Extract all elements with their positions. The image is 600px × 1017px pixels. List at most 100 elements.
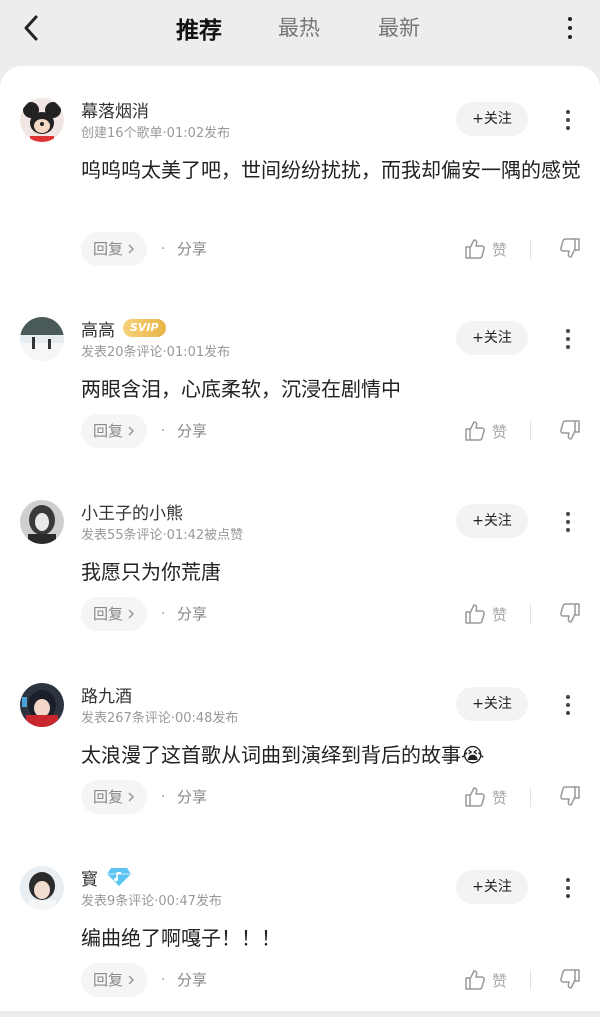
thumbs-down-icon (560, 238, 580, 258)
tab-bar: 推荐 最热 最新 (0, 12, 600, 44)
chevron-right-icon (128, 975, 135, 985)
reply-label: 回复 (93, 422, 124, 440)
top-bar: 推荐 最热 最新 (0, 0, 600, 66)
comment-meta: 发表20条评论·01:01发布 (81, 345, 231, 360)
like-label: 赞 (492, 788, 508, 807)
tab-recommended[interactable]: 推荐 (176, 11, 222, 45)
comment-meta: 发表267条评论·00:48发布 (81, 711, 239, 726)
chevron-right-icon (128, 609, 135, 619)
reply-button[interactable]: 回复 (81, 780, 148, 814)
snow-scene-avatar-icon (20, 317, 64, 361)
like-button[interactable]: 赞 (464, 237, 507, 261)
dark-portrait-avatar-icon (20, 500, 64, 544)
reply-label: 回复 (93, 971, 124, 989)
like-button[interactable]: 赞 (464, 602, 507, 626)
comment-actions: 回复 · 分享 赞 (81, 597, 586, 631)
follow-button[interactable]: +关注 (456, 321, 528, 355)
separator-dot: · (161, 972, 166, 988)
share-button[interactable]: 分享 (177, 963, 207, 997)
dislike-button[interactable] (559, 419, 583, 443)
username-row: 小王子的小熊 (81, 499, 183, 524)
like-button[interactable]: 赞 (464, 419, 507, 443)
thumbs-down-icon (560, 786, 580, 806)
comment-text: 两眼含泪，心底柔软，沉浸在剧情中 (81, 377, 401, 401)
dislike-button[interactable] (559, 602, 583, 626)
like-label: 赞 (492, 605, 508, 624)
like-button[interactable]: 赞 (464, 785, 507, 809)
comment-text: 呜呜呜太美了吧，世间纷纷扰扰，而我却偏安一隅的感觉 (81, 158, 581, 182)
thumbs-up-icon (465, 239, 485, 259)
avatar[interactable] (20, 683, 64, 727)
reply-button[interactable]: 回复 (81, 414, 148, 448)
dislike-button[interactable] (559, 785, 583, 809)
divider (530, 421, 531, 441)
comment-more-button[interactable] (558, 508, 578, 536)
thumbs-up-icon (465, 787, 485, 807)
username[interactable]: 小王子的小熊 (81, 499, 183, 524)
thumbs-up-icon (465, 970, 485, 990)
thumbs-down-icon (560, 420, 580, 440)
diamond-music-badge-icon (107, 868, 131, 886)
follow-button[interactable]: +关注 (456, 870, 528, 904)
separator-dot: · (161, 241, 166, 257)
dislike-button[interactable] (559, 237, 583, 261)
like-button[interactable]: 赞 (464, 968, 507, 992)
comment-item: 小王子的小熊 发表55条评论·01:42被点赞 +关注 我愿只为你荒唐 回复 ·… (0, 468, 600, 651)
reply-button[interactable]: 回复 (81, 232, 148, 266)
more-options-button[interactable] (558, 12, 582, 44)
comment-item: 路九酒 发表267条评论·00:48发布 +关注 太浪漫了这首歌从词曲到演绎到背… (0, 651, 600, 834)
like-label: 赞 (492, 971, 508, 990)
chevron-right-icon (128, 244, 135, 254)
share-button[interactable]: 分享 (177, 414, 207, 448)
follow-button[interactable]: +关注 (456, 504, 528, 538)
divider (530, 239, 531, 259)
mickey-avatar-icon (20, 98, 64, 142)
tab-hottest[interactable]: 最热 (278, 12, 320, 42)
chevron-right-icon (128, 792, 135, 802)
share-button[interactable]: 分享 (177, 780, 207, 814)
reply-button[interactable]: 回复 (81, 597, 148, 631)
svip-badge: SVIP (123, 319, 166, 337)
avatar[interactable] (20, 866, 64, 910)
comment-more-button[interactable] (558, 691, 578, 719)
comment-actions: 回复 · 分享 赞 (81, 780, 586, 814)
username-row: 路九酒 (81, 682, 132, 707)
thumbs-down-icon (560, 969, 580, 989)
comment-more-button[interactable] (558, 106, 578, 134)
username[interactable]: 寳 (81, 865, 98, 890)
username[interactable]: 幕落烟消 (81, 97, 149, 122)
comment-actions: 回复 · 分享 赞 (81, 414, 586, 448)
comment-actions: 回复 · 分享 赞 (81, 963, 586, 997)
comment-actions: 回复 · 分享 赞 (81, 232, 586, 266)
avatar[interactable] (20, 98, 64, 142)
separator-dot: · (161, 606, 166, 622)
share-button[interactable]: 分享 (177, 597, 207, 631)
separator-dot: · (161, 789, 166, 805)
thumbs-down-icon (560, 603, 580, 623)
thumbs-up-icon (465, 421, 485, 441)
anime-girl-avatar-icon (20, 683, 64, 727)
comment-more-button[interactable] (558, 874, 578, 902)
separator-dot: · (161, 423, 166, 439)
follow-button[interactable]: +关注 (456, 687, 528, 721)
dislike-button[interactable] (559, 968, 583, 992)
reply-button[interactable]: 回复 (81, 963, 148, 997)
follow-button[interactable]: +关注 (456, 102, 528, 136)
username[interactable]: 高高 (81, 316, 115, 341)
comment-text: 太浪漫了这首歌从词曲到演绎到背后的故事😭 (81, 743, 485, 767)
comment-list: 幕落烟消 创建16个歌单·01:02发布 +关注 呜呜呜太美了吧，世间纷纷扰扰，… (0, 66, 600, 1011)
avatar[interactable] (20, 317, 64, 361)
chevron-right-icon (128, 426, 135, 436)
comment-item: 寳 发表9条评论·00:47发布 +关注 编曲绝了啊嘎子！！！ 回复 · 分享 … (0, 834, 600, 1017)
comment-meta: 创建16个歌单·01:02发布 (81, 126, 231, 141)
username-row: 高高 SVIP (81, 316, 166, 341)
avatar[interactable] (20, 500, 64, 544)
comment-more-button[interactable] (558, 325, 578, 353)
username-row: 幕落烟消 (81, 97, 149, 122)
tab-newest[interactable]: 最新 (378, 12, 420, 42)
username-row: 寳 (81, 865, 132, 890)
username[interactable]: 路九酒 (81, 682, 132, 707)
comment-item: 幕落烟消 创建16个歌单·01:02发布 +关注 呜呜呜太美了吧，世间纷纷扰扰，… (0, 66, 600, 266)
comment-meta: 发表55条评论·01:42被点赞 (81, 528, 244, 543)
share-button[interactable]: 分享 (177, 232, 207, 266)
